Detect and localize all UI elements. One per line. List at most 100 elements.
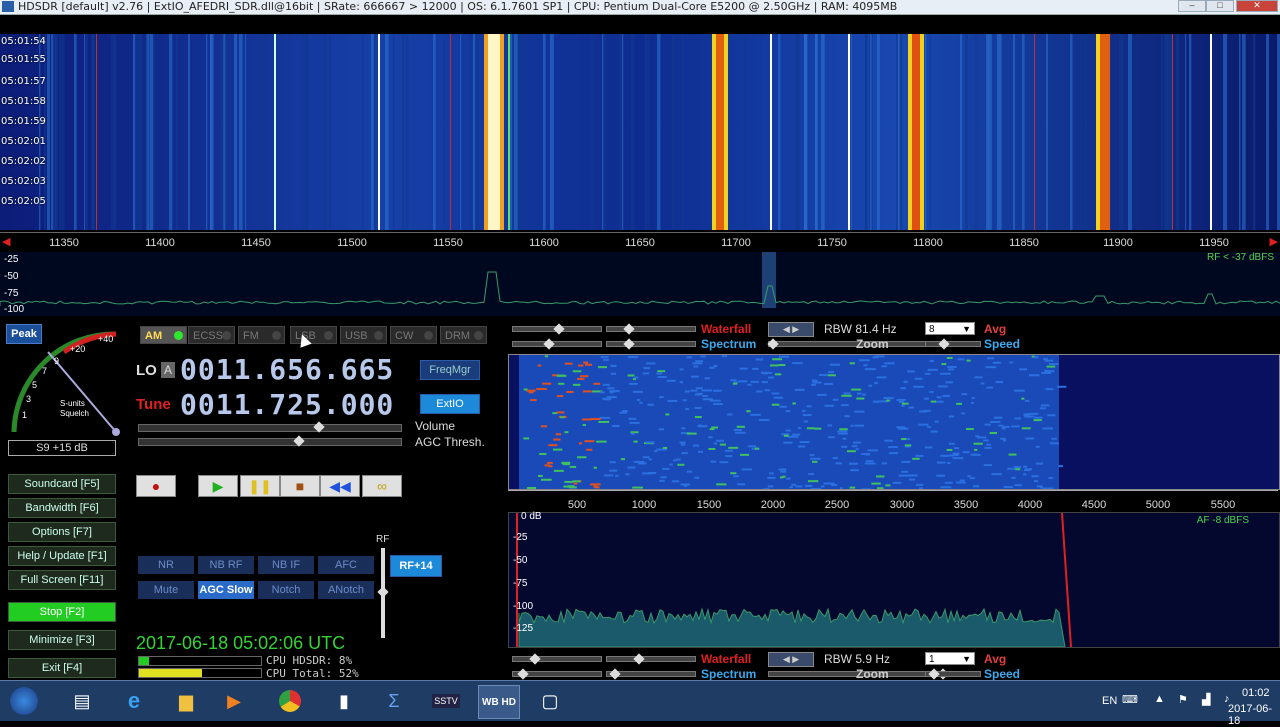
stop-playback-button[interactable]: ■	[280, 475, 320, 497]
af-sp-contrast-slider[interactable]	[512, 671, 602, 677]
rf-spectrum[interactable]: -25 -50 -75 -100	[0, 252, 1280, 316]
led-icon	[324, 331, 333, 340]
help-update-button[interactable]: Help / Update [F1]	[8, 546, 116, 566]
rf-gain-slider[interactable]	[381, 548, 385, 638]
slider-knob[interactable]	[293, 435, 304, 446]
freq-tick: 11600	[529, 237, 559, 249]
peak-button[interactable]: Peak	[6, 324, 42, 344]
main-waterfall[interactable]	[0, 34, 1280, 230]
rbw-arrows[interactable]: ◀ ▶	[768, 322, 814, 337]
taskbar-app[interactable]: SSTV	[426, 685, 466, 717]
stop-button[interactable]: Stop [F2]	[8, 602, 116, 622]
network-icon[interactable]: ▟	[1202, 693, 1210, 706]
sp-brightness-slider[interactable]	[606, 341, 696, 347]
taskbar-app-hdsdr[interactable]: WB HD	[478, 685, 520, 719]
af-waterfall-canvas	[509, 355, 1279, 489]
taskbar-app[interactable]: ▤	[62, 685, 102, 717]
scroll-left-icon[interactable]: ◀	[2, 235, 10, 248]
anotch-button[interactable]: ANotch	[318, 581, 374, 599]
clock-time[interactable]: 01:02	[1242, 687, 1270, 699]
nb-if-button[interactable]: NB IF	[258, 556, 314, 574]
rewind-button[interactable]: ◀◀	[320, 475, 360, 497]
slider-knob[interactable]	[623, 338, 634, 349]
loop-button[interactable]: ∞	[362, 475, 402, 497]
exit-button[interactable]: Exit [F4]	[8, 658, 116, 678]
af-wf-brightness-slider[interactable]	[606, 656, 696, 662]
af-sp-brightness-slider[interactable]	[606, 671, 696, 677]
taskbar-app[interactable]: e	[114, 685, 154, 717]
minimize-button[interactable]: Minimize [F3]	[8, 630, 116, 650]
slider-knob[interactable]	[543, 338, 554, 349]
slider-knob[interactable]	[767, 338, 778, 349]
mute-button[interactable]: Mute	[138, 581, 194, 599]
slider-knob[interactable]	[633, 653, 644, 664]
chevron-up-icon[interactable]: ▲	[1154, 693, 1165, 705]
taskbar-app[interactable]: ▆	[166, 685, 206, 717]
tune-frequency[interactable]: 0011.725.000	[180, 388, 394, 421]
frequency-axis[interactable]: ◀ ▶ 11350 11400 11450 11500 11550 11600 …	[0, 232, 1280, 251]
afc-button[interactable]: AFC	[318, 556, 374, 574]
start-button[interactable]	[4, 685, 44, 717]
mode-cw-button[interactable]: CW	[390, 326, 437, 344]
pause-button[interactable]: ❚❚	[240, 475, 280, 497]
extio-button[interactable]: ExtIO	[420, 394, 480, 414]
taskbar-app[interactable]: Σ	[374, 685, 414, 717]
slider-knob[interactable]	[529, 653, 540, 664]
wf-contrast-slider[interactable]	[512, 326, 602, 332]
avg-select[interactable]: 8▼	[925, 322, 975, 335]
agc-threshold-slider[interactable]	[138, 438, 402, 446]
af-rbw-arrows[interactable]: ◀ ▶	[768, 652, 814, 667]
volume-slider[interactable]	[138, 424, 402, 432]
taskbar-app[interactable]: ▶	[214, 685, 254, 717]
sp-contrast-slider[interactable]	[512, 341, 602, 347]
play-button[interactable]: ▶	[198, 475, 238, 497]
slider-knob[interactable]	[553, 323, 564, 334]
mode-drm-button[interactable]: DRM	[440, 326, 487, 344]
slider-knob[interactable]	[623, 323, 634, 334]
af-spectrum[interactable]: 0 dB -25 -50 -75 -100 -125 AF -8 dBFS	[508, 512, 1280, 648]
slider-knob[interactable]	[609, 668, 620, 679]
keyboard-icon[interactable]: ⌨	[1122, 693, 1138, 706]
lo-frequency[interactable]: 0011.656.665	[180, 353, 394, 386]
lo-vfo-indicator[interactable]: A	[161, 362, 175, 378]
language-indicator[interactable]: EN	[1102, 695, 1117, 707]
af-avg-select[interactable]: 1▼	[925, 652, 975, 665]
mode-usb-button[interactable]: USB	[340, 326, 387, 344]
full-screen-button[interactable]: Full Screen [F11]	[8, 570, 116, 590]
flag-icon[interactable]: ⚑	[1178, 693, 1188, 706]
timestamp: 05:01:57	[1, 76, 46, 87]
speed-slider[interactable]	[925, 341, 981, 347]
bandwidth-button[interactable]: Bandwidth [F6]	[8, 498, 116, 518]
mode-ecss-button[interactable]: ECSS	[188, 326, 235, 344]
af-speed-slider[interactable]	[925, 671, 981, 677]
maximize-window-button[interactable]: □	[1206, 0, 1234, 12]
options-button[interactable]: Options [F7]	[8, 522, 116, 542]
nr-button[interactable]: NR	[138, 556, 194, 574]
taskbar-app[interactable]: ▮	[324, 685, 364, 717]
slider-knob[interactable]	[517, 668, 528, 679]
agc-slow-button[interactable]: AGC Slow	[198, 581, 254, 599]
notch-button[interactable]: Notch	[258, 581, 314, 599]
mode-am-button[interactable]: AM	[140, 326, 187, 344]
freqmgr-button[interactable]: FreqMgr	[420, 360, 480, 380]
slider-knob[interactable]	[928, 668, 939, 679]
af-tick: 4000	[1018, 499, 1042, 511]
taskbar-app[interactable]	[270, 685, 310, 717]
freq-tick: 11500	[337, 237, 367, 249]
close-window-button[interactable]: ✕	[1236, 0, 1278, 12]
minimize-window-button[interactable]: –	[1178, 0, 1206, 12]
af-spectrum-label: Spectrum	[701, 667, 756, 681]
rf-gain-button[interactable]: RF+14	[390, 555, 442, 577]
wf-brightness-slider[interactable]	[606, 326, 696, 332]
slider-knob[interactable]	[313, 421, 324, 432]
af-wf-contrast-slider[interactable]	[512, 656, 602, 662]
nb-rf-button[interactable]: NB RF	[198, 556, 254, 574]
slider-knob[interactable]	[938, 338, 949, 349]
soundcard-button[interactable]: Soundcard [F5]	[8, 474, 116, 494]
mode-fm-button[interactable]: FM	[238, 326, 285, 344]
af-waterfall[interactable]	[508, 354, 1280, 490]
record-button[interactable]: ●	[136, 475, 176, 497]
scroll-right-icon[interactable]: ▶	[1270, 235, 1278, 248]
clock-date[interactable]: 2017-06-18	[1228, 703, 1280, 727]
taskbar-app[interactable]: ▢	[530, 685, 570, 717]
